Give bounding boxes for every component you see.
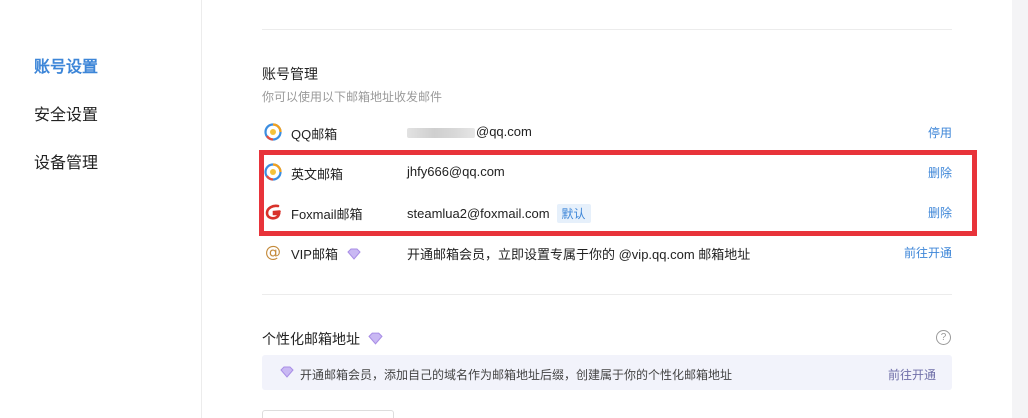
help-icon[interactable]: ? bbox=[936, 330, 951, 345]
partial-button[interactable] bbox=[262, 410, 394, 418]
svg-text:@: @ bbox=[265, 243, 281, 261]
email-name-qq: QQ邮箱 bbox=[291, 127, 338, 142]
vip-open-link[interactable]: 前往开通 bbox=[904, 244, 952, 261]
sidebar-item-account-settings[interactable]: 账号设置 bbox=[34, 53, 98, 77]
redacted-mask bbox=[407, 127, 475, 138]
personal-email-title: 个性化邮箱地址 bbox=[262, 329, 383, 349]
banner-open-link[interactable]: 前往开通 bbox=[888, 366, 936, 383]
highlight-box bbox=[259, 150, 977, 236]
settings-page: 账号设置 安全设置 设备管理 账号管理 你可以使用以下邮箱地址收发邮件 QQ邮箱… bbox=[0, 0, 1028, 418]
at-sign-icon: @ bbox=[265, 243, 281, 261]
sidebar: 账号设置 安全设置 设备管理 bbox=[0, 0, 202, 418]
sidebar-item-security-settings[interactable]: 安全设置 bbox=[34, 101, 98, 125]
account-management-subtitle: 你可以使用以下邮箱地址收发邮件 bbox=[262, 90, 443, 104]
vip-diamond-icon bbox=[368, 332, 383, 345]
vip-promo-text: 开通邮箱会员，立即设置专属于你的 @vip.qq.com 邮箱地址 bbox=[407, 247, 751, 262]
section-divider bbox=[262, 294, 952, 295]
email-name-vip: VIP邮箱 bbox=[291, 244, 361, 263]
vip-diamond-icon bbox=[346, 248, 361, 260]
email-row-qq: QQ邮箱 @qq.com 停用 bbox=[262, 120, 952, 144]
disable-qq-mail-link[interactable]: 停用 bbox=[928, 124, 952, 141]
personal-email-banner: 开通邮箱会员，添加自己的域名作为邮箱地址后缀，创建属于你的个性化邮箱地址 前往开… bbox=[262, 355, 952, 390]
top-divider bbox=[262, 29, 952, 30]
banner-text: 开通邮箱会员，添加自己的域名作为邮箱地址后缀，创建属于你的个性化邮箱地址 bbox=[300, 368, 733, 382]
email-address-qq: @qq.com bbox=[407, 124, 532, 139]
vip-diamond-icon bbox=[280, 366, 294, 378]
email-row-vip: @ VIP邮箱 开通邮箱会员，立即设置专属于你的 @vip.qq.com 邮箱地… bbox=[262, 240, 952, 264]
qq-mail-icon bbox=[264, 123, 282, 141]
sidebar-item-device-management[interactable]: 设备管理 bbox=[34, 149, 98, 173]
account-management-title: 账号管理 bbox=[262, 66, 318, 82]
scroll-area bbox=[1012, 0, 1028, 418]
